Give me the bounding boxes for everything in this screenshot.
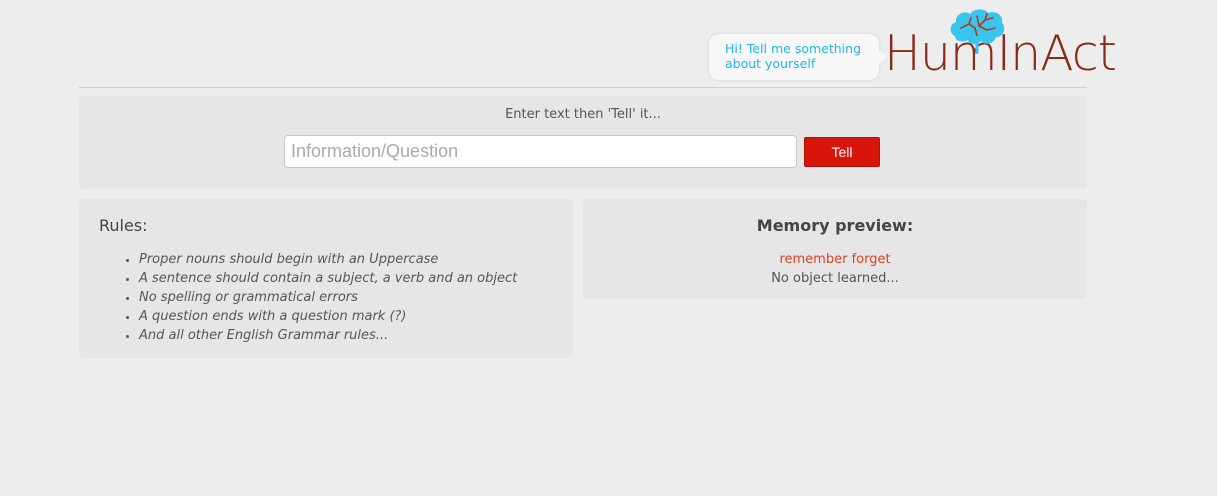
page-container: Hi! Tell me something about yourself Hum… <box>79 0 1117 358</box>
memory-panel: Memory preview: remember forget No objec… <box>583 199 1087 299</box>
rule-item: Proper nouns should begin with an Upperc… <box>139 250 517 269</box>
remember-link[interactable]: remember <box>779 252 847 267</box>
tell-prompt: Enter text then 'Tell' it... <box>505 107 661 122</box>
rules-title: Rules: <box>99 216 148 235</box>
memory-actions: remember forget <box>583 252 1087 267</box>
tell-panel: Enter text then 'Tell' it... Tell <box>79 96 1087 189</box>
tell-button[interactable]: Tell <box>804 137 880 167</box>
speech-bubble-text: Hi! Tell me something about yourself <box>725 41 861 71</box>
memory-empty-message: No object learned... <box>771 271 899 286</box>
memory-title: Memory preview: <box>756 216 914 235</box>
forget-link[interactable]: forget <box>852 252 891 267</box>
header: Hi! Tell me something about yourself Hum… <box>79 0 1117 88</box>
brain-icon <box>950 9 1005 54</box>
rule-item: A sentence should contain a subject, a v… <box>139 269 517 288</box>
rules-list: Proper nouns should begin with an Upperc… <box>119 250 517 345</box>
rule-item: No spelling or grammatical errors <box>139 288 517 307</box>
rule-item: And all other English Grammar rules... <box>139 326 517 345</box>
rule-item: A question ends with a question mark (?) <box>139 307 517 326</box>
information-question-input[interactable] <box>284 135 797 168</box>
rules-panel: Rules: Proper nouns should begin with an… <box>79 199 573 358</box>
speech-bubble: Hi! Tell me something about yourself <box>709 34 887 80</box>
